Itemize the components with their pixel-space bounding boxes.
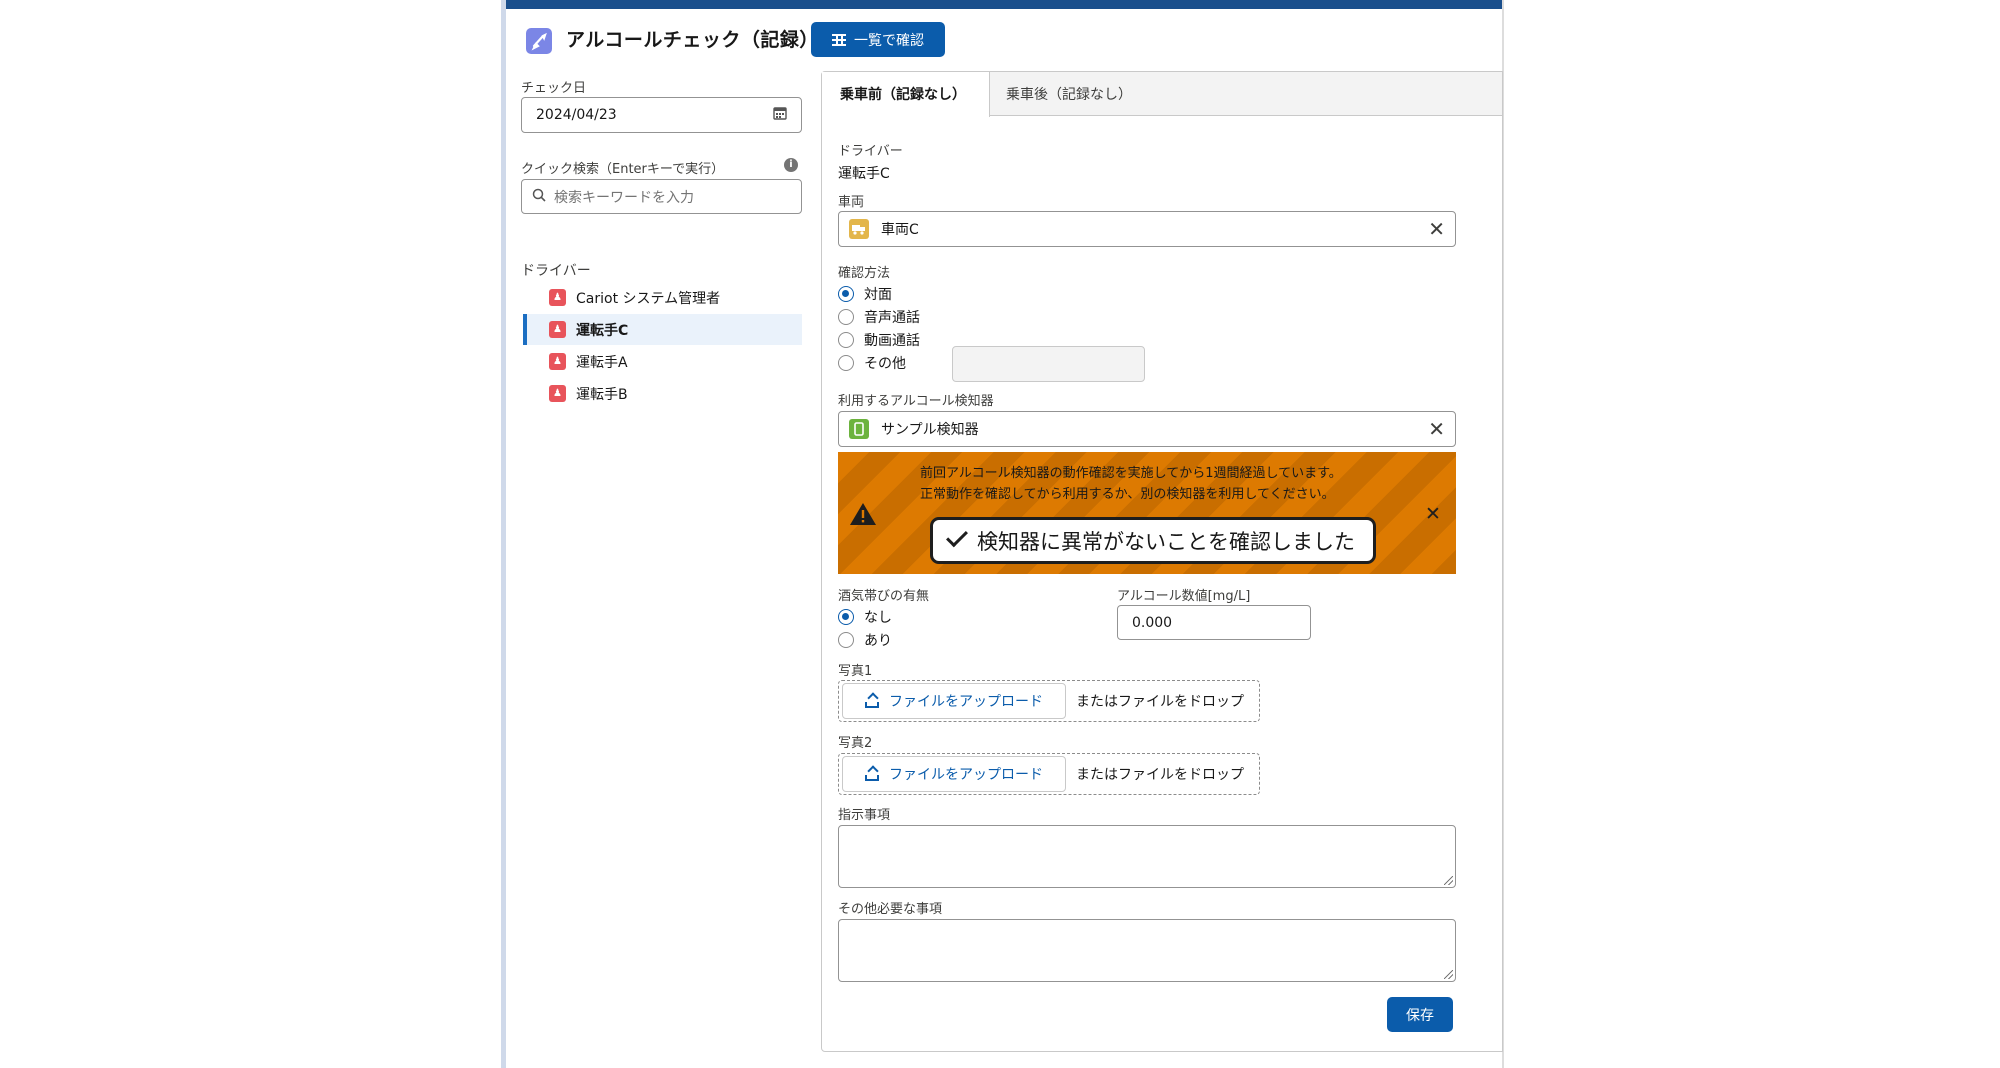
vehicle-lookup[interactable]: 車両C ✕ [838,211,1456,247]
alcohol-value-input[interactable]: 0.000 [1117,605,1311,640]
odor-option-yes[interactable]: あり [838,630,892,650]
method-option-label: 音声通話 [864,310,920,326]
drop-hint: またはファイルをドロップ [1076,694,1244,710]
check-icon [946,525,968,548]
warning-message-line2: 正常動作を確認してから利用するか、別の検知器を利用してください。 [920,487,1335,502]
drop-hint: またはファイルをドロップ [1076,767,1244,783]
driver-list-item[interactable]: ♟ Cariot システム管理者 [523,282,802,313]
confirm-detector-button[interactable]: 検知器に異常がないことを確認しました [930,517,1376,564]
photo1-upload-button[interactable]: ファイルをアップロード [842,683,1066,719]
calendar-icon[interactable] [773,106,787,124]
instructions-textarea[interactable] [838,825,1456,888]
radio-button[interactable] [838,355,854,371]
radio-button[interactable] [838,332,854,348]
check-date-input[interactable]: 2024/04/23 [521,97,802,133]
quick-search-placeholder: 検索キーワードを入力 [554,189,694,206]
upload-icon [865,767,879,781]
radio-button[interactable] [838,632,854,648]
method-option-voice[interactable]: 音声通話 [838,307,920,327]
tab-before-driving[interactable]: 乗車前（記録なし） [822,72,990,117]
detector-value: サンプル検知器 [881,422,979,438]
top-header-band [506,0,1502,9]
driver-field-value: 運転手C [838,166,890,182]
odor-option-label: あり [864,633,892,649]
odor-field-label: 酒気帯びの有無 [838,589,930,604]
radio-button[interactable] [838,286,854,302]
method-option-video[interactable]: 動画通話 [838,330,920,350]
driver-name: 運転手C [576,322,629,339]
upload-button-label: ファイルをアップロード [889,694,1043,710]
list-view-button-label: 一覧で確認 [854,32,924,49]
vehicle-field-label: 車両 [838,195,865,210]
frame-border-left [501,0,506,1068]
quick-search-label: クイック検索（Enterキーで実行） [521,162,725,177]
drivers-label: ドライバー [521,263,591,279]
radio-button[interactable] [838,609,854,625]
warning-message-line1: 前回アルコール検知器の動作確認を実施してから1週間経過しています。 [920,466,1342,481]
driver-name: Cariot システム管理者 [576,290,721,307]
resize-handle[interactable] [1444,876,1453,885]
photo1-label: 写真1 [838,664,873,679]
method-option-label: その他 [864,356,906,372]
user-icon: ♟ [549,289,566,306]
driver-list-item-selected[interactable]: ♟ 運転手C [523,314,802,345]
close-icon[interactable]: ✕ [1428,419,1445,439]
method-option-label: 動画通話 [864,333,920,349]
close-icon[interactable]: ✕ [1425,503,1441,525]
driver-name: 運転手B [576,386,628,403]
resize-handle[interactable] [1444,970,1453,979]
driver-name: 運転手A [576,354,628,371]
other-notes-label: その他必要な事項 [838,902,943,917]
page-title: アルコールチェック（記録） [566,29,819,51]
other-method-input[interactable] [952,346,1145,382]
upload-icon [865,694,879,708]
driver-list-item[interactable]: ♟ 運転手A [523,346,802,377]
odor-option-none[interactable]: なし [838,607,892,627]
check-date-label: チェック日 [521,81,587,96]
truck-icon [849,219,869,239]
grid-icon [832,33,846,46]
driver-field-label: ドライバー [838,144,903,159]
confirm-detector-label: 検知器に異常がないことを確認しました [977,529,1355,554]
search-icon [532,188,546,206]
alcohol-value: 0.000 [1132,614,1173,631]
odor-option-label: なし [864,610,892,626]
tab-after-driving[interactable]: 乗車後（記録なし） [1006,84,1132,104]
photo2-label: 写真2 [838,736,873,751]
list-view-button[interactable]: 一覧で確認 [811,22,945,57]
driver-list-item[interactable]: ♟ 運転手B [523,378,802,409]
method-option-other[interactable]: その他 [838,353,906,373]
user-icon: ♟ [549,353,566,370]
user-icon: ♟ [549,321,566,338]
warning-icon [849,502,877,532]
method-field-label: 確認方法 [838,266,891,281]
device-icon [849,419,869,439]
quick-search-input[interactable]: 検索キーワードを入力 [521,179,802,214]
photo1-dropzone[interactable]: ファイルをアップロード またはファイルをドロップ [838,680,1260,722]
instructions-label: 指示事項 [838,808,891,823]
info-icon[interactable]: i [784,158,798,172]
method-option-face[interactable]: 対面 [838,284,892,304]
method-option-label: 対面 [864,287,892,303]
rocket-icon [526,28,552,54]
vehicle-value: 車両C [881,222,919,238]
user-icon: ♟ [549,385,566,402]
upload-button-label: ファイルをアップロード [889,767,1043,783]
detector-field-label: 利用するアルコール検知器 [838,394,994,409]
photo2-dropzone[interactable]: ファイルをアップロード またはファイルをドロップ [838,753,1260,795]
close-icon[interactable]: ✕ [1428,219,1445,239]
check-date-value: 2024/04/23 [536,107,617,123]
alcohol-field-label: アルコール数値[mg/L] [1117,589,1251,604]
radio-button[interactable] [838,309,854,325]
other-notes-textarea[interactable] [838,919,1456,982]
save-button[interactable]: 保存 [1387,997,1453,1032]
photo2-upload-button[interactable]: ファイルをアップロード [842,756,1066,792]
detector-lookup[interactable]: サンプル検知器 ✕ [838,411,1456,447]
